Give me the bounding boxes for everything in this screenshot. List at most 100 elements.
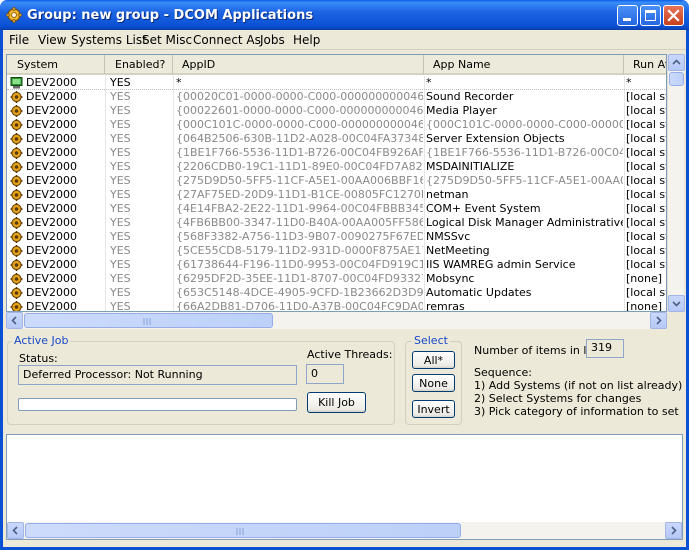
gear-icon xyxy=(10,301,23,311)
cell-appname: Sound Recorder xyxy=(426,90,514,103)
cell-system: DEV2000 xyxy=(26,160,77,173)
scroll-up-button[interactable] xyxy=(668,54,685,71)
cell-enabled: YES xyxy=(110,90,131,103)
gear-icon xyxy=(10,105,23,117)
gear-icon xyxy=(10,245,23,257)
menu-bar: File View Systems List Set Misc Connect … xyxy=(3,30,686,50)
cell-system: DEV2000 xyxy=(26,118,77,131)
gear-icon xyxy=(10,91,23,103)
cell-appid: {4FB6BB00-3347-11D0-B40A-00AA005FF586} xyxy=(176,216,423,229)
menu-systems-list[interactable]: Systems List xyxy=(71,33,147,47)
vertical-scroll-thumb[interactable] xyxy=(669,72,684,86)
app-gear-icon xyxy=(6,7,22,23)
horizontal-scroll-thumb[interactable] xyxy=(24,313,273,328)
arrow-left-icon xyxy=(12,526,18,535)
list-rows: DEV2000 YES * * * DEV2000 YES {00020C01-0000-00… xyxy=(7,76,666,311)
cell-appid: {00022601-0000-0000-C000-000000000046} xyxy=(176,104,423,117)
cell-appid: {61738644-F196-11D0-9953-00C04FD919C1} xyxy=(176,258,423,271)
table-row[interactable]: DEV2000 YES {4E14FBA2-2E22-11D1-9964-00C04… xyxy=(7,202,666,216)
list-vertical-scrollbar[interactable] xyxy=(667,54,685,312)
list-horizontal-scrollbar[interactable] xyxy=(6,312,667,329)
details-scroll-thumb[interactable] xyxy=(25,523,461,538)
table-row[interactable]: DEV2000 YES {000C101C-0000-0000-C000-00000… xyxy=(7,118,666,132)
table-row[interactable]: DEV2000 YES {66A2DB81-D706-11D0-A37B-00C04… xyxy=(7,300,666,311)
active-threads-label: Active Threads: xyxy=(307,348,393,361)
table-row[interactable]: DEV2000 YES {61738644-F196-11D0-9953-00C04… xyxy=(7,258,666,272)
select-all-button[interactable]: All* xyxy=(412,351,455,369)
table-row[interactable]: DEV2000 YES {4FB6BB00-3347-11D0-B40A-00AA0… xyxy=(7,216,666,230)
column-header-enabled[interactable]: Enabled? xyxy=(105,55,173,74)
menu-file[interactable]: File xyxy=(9,33,29,47)
column-header-app-name[interactable]: App Name xyxy=(424,55,624,74)
table-row[interactable]: DEV2000 YES {275D9D50-5FF5-11CF-A5E1-00AA0… xyxy=(7,174,666,188)
column-header-appid[interactable]: AppID xyxy=(173,55,424,74)
cell-enabled: YES xyxy=(110,104,131,117)
dcom-app-list[interactable]: System Enabled? AppID App Name Run At DE… xyxy=(6,54,667,312)
scroll-right-button[interactable] xyxy=(650,312,667,329)
gear-icon xyxy=(10,287,23,299)
menu-view[interactable]: View xyxy=(38,33,66,47)
menu-set-misc[interactable]: Set Misc xyxy=(142,33,192,47)
table-row[interactable]: DEV2000 YES {568F3382-A756-11D3-9B07-00902… xyxy=(7,230,666,244)
table-row[interactable]: DEV2000 YES {653C5148-4DCE-4905-9CFD-1B236… xyxy=(7,286,666,300)
title-bar[interactable]: Group: new group - DCOM Applications xyxy=(0,0,689,30)
cell-runas: [local sy xyxy=(626,118,666,131)
grip-icon xyxy=(143,318,151,325)
table-row[interactable]: DEV2000 YES {064B2506-630B-11D2-A028-00C04… xyxy=(7,132,666,146)
cell-system: DEV2000 xyxy=(26,286,77,299)
menu-jobs[interactable]: Jobs xyxy=(260,33,285,47)
cell-appid: {275D9D50-5FF5-11CF-A5E1-00AA006BBF16} xyxy=(176,174,423,187)
scrollbar-corner xyxy=(667,312,684,329)
cell-enabled: YES xyxy=(110,76,131,89)
computer-icon xyxy=(10,77,23,89)
kill-job-button[interactable]: Kill Job xyxy=(307,392,366,413)
table-row[interactable]: DEV2000 YES {1BE1F766-5536-11D1-B726-00C04… xyxy=(7,146,666,160)
gear-icon xyxy=(10,147,23,159)
cell-appname: {000C101C-0000-0000-C000-00000000... xyxy=(426,118,623,131)
menu-connect-as[interactable]: Connect As xyxy=(193,33,261,47)
maximize-button[interactable] xyxy=(640,5,661,26)
cell-appid: {00020C01-0000-0000-C000-000000000046} xyxy=(176,90,423,103)
table-row[interactable]: DEV2000 YES {00022601-0000-0000-C000-00000… xyxy=(7,104,666,118)
details-scroll-left-button[interactable] xyxy=(7,522,24,539)
table-row[interactable]: DEV2000 YES {5CE55CD8-5179-11D2-931D-0000F… xyxy=(7,244,666,258)
active-threads-field: 0 xyxy=(306,364,344,384)
cell-enabled: YES xyxy=(110,146,131,159)
gear-icon xyxy=(10,231,23,243)
menu-help[interactable]: Help xyxy=(293,33,320,47)
window-title: Group: new group - DCOM Applications xyxy=(27,8,314,23)
cell-appname: Logical Disk Manager Administrative Se..… xyxy=(426,216,623,229)
cell-enabled: YES xyxy=(110,160,131,173)
table-row[interactable]: DEV2000 YES * * * xyxy=(7,76,666,90)
cell-runas: [local sy xyxy=(626,230,666,243)
cell-enabled: YES xyxy=(110,286,131,299)
gear-icon xyxy=(10,259,23,271)
table-row[interactable]: DEV2000 YES {6295DF2D-35EE-11D1-8707-00C04… xyxy=(7,272,666,286)
column-header-run-as[interactable]: Run At xyxy=(624,55,666,74)
cell-appid: * xyxy=(176,76,182,89)
close-button[interactable] xyxy=(663,5,684,26)
details-pane[interactable] xyxy=(6,434,683,540)
details-horizontal-scrollbar[interactable] xyxy=(7,522,682,539)
scroll-left-button[interactable] xyxy=(6,312,23,329)
maximize-icon xyxy=(645,10,656,21)
details-scroll-right-button[interactable] xyxy=(665,522,682,539)
table-row[interactable]: DEV2000 YES {27AF75ED-20D9-11D1-B1CE-00805… xyxy=(7,188,666,202)
column-header-system[interactable]: System xyxy=(7,55,105,74)
minimize-button[interactable] xyxy=(617,5,638,26)
arrow-up-icon xyxy=(672,59,681,65)
cell-appid: {568F3382-A756-11D3-9B07-0090275F67ED} xyxy=(176,230,423,243)
invert-selection-button[interactable]: Invert xyxy=(412,400,455,418)
cell-system: DEV2000 xyxy=(26,132,77,145)
sequence-step-3: 3) Pick category of information to set xyxy=(474,405,679,418)
table-row[interactable]: DEV2000 YES {2206CDB0-19C1-11D1-89E0-00C04… xyxy=(7,160,666,174)
cell-appname: IIS WAMREG admin Service xyxy=(426,258,576,271)
list-header: System Enabled? AppID App Name Run At xyxy=(7,55,666,75)
select-none-button[interactable]: None xyxy=(412,374,455,392)
cell-appid: {4E14FBA2-2E22-11D1-9964-00C04FBBB345} xyxy=(176,202,423,215)
cell-appname: NMSSvc xyxy=(426,230,471,243)
gear-icon xyxy=(10,133,23,145)
cell-enabled: YES xyxy=(110,216,131,229)
scroll-down-button[interactable] xyxy=(668,295,685,312)
table-row[interactable]: DEV2000 YES {00020C01-0000-0000-C000-00000… xyxy=(7,90,666,104)
